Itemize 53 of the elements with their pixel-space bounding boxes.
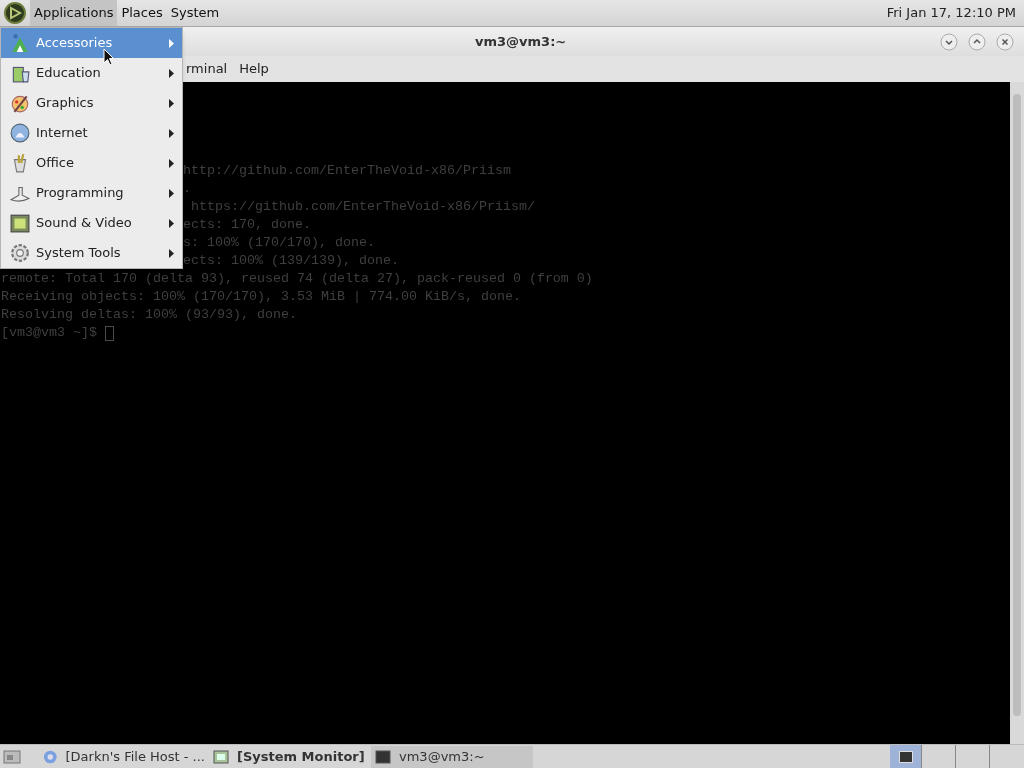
panel-menu[interactable]: System xyxy=(166,0,224,26)
menu-item[interactable]: Help xyxy=(239,59,269,79)
menu-item[interactable]: System Tools xyxy=(1,238,182,268)
terminal-line: https://github.com/EnterTheVoid-x86/Priism/ xyxy=(190,199,535,214)
submenu-arrow-icon xyxy=(169,188,174,198)
scrollbar[interactable] xyxy=(1010,82,1024,744)
text-cursor xyxy=(105,325,114,341)
browser-icon xyxy=(43,748,58,765)
submenu-arrow-icon xyxy=(169,218,174,228)
scrollbar-thumb[interactable] xyxy=(1013,94,1021,716)
taskbar-button[interactable]: vm3@vm3:~ xyxy=(371,745,533,768)
menu-item[interactable]: Sound & Video xyxy=(1,208,182,238)
clock[interactable]: Fri Jan 17, 12:10 PM xyxy=(886,3,1020,23)
submenu-arrow-icon xyxy=(169,158,174,168)
panel-menu[interactable]: Applications xyxy=(30,0,118,26)
taskbar-button[interactable]: [System Monitor] xyxy=(209,745,371,768)
submenu-arrow-icon xyxy=(169,38,174,48)
menu-item[interactable]: Graphics xyxy=(1,88,182,118)
close-icon[interactable] xyxy=(996,32,1014,51)
window-title: vm3@vm3:~ xyxy=(475,32,567,51)
panel-menu[interactable]: Places xyxy=(117,0,167,26)
submenu-arrow-icon xyxy=(169,98,174,108)
terminal-icon xyxy=(375,748,391,765)
menu-item[interactable]: rminal xyxy=(186,59,228,79)
terminal-line: Resolving deltas: 100% (93/93), done. xyxy=(1,306,297,324)
terminal-line: [vm3@vm3 ~]$ xyxy=(1,324,98,342)
terminal-line: ects: 170, done. xyxy=(183,217,311,232)
logo-icon[interactable] xyxy=(4,2,26,24)
terminal-line: Receiving objects: 100% (170/170), 3.53 MiB | 774.00 KiB/s, done. xyxy=(1,288,521,306)
maximize-icon[interactable] xyxy=(968,32,986,51)
submenu-arrow-icon xyxy=(169,68,174,78)
graphics-icon xyxy=(9,93,31,113)
monitor-icon xyxy=(213,748,229,765)
terminal-icon xyxy=(898,750,913,763)
menu-item[interactable]: Office xyxy=(1,148,182,178)
minimize-icon[interactable] xyxy=(940,32,958,51)
gear-icon xyxy=(9,243,31,263)
terminal-line: http://github.com/EnterTheVoid-x86/Priism xyxy=(183,163,511,178)
desktop-icon[interactable] xyxy=(3,748,21,765)
submenu-arrow-icon xyxy=(169,128,174,138)
film-icon xyxy=(9,213,31,233)
terminal-line: . xyxy=(183,181,191,196)
menu-item[interactable]: Internet xyxy=(1,118,182,148)
menu-item[interactable]: Programming xyxy=(1,178,182,208)
workspace[interactable] xyxy=(890,745,922,768)
submenu-arrow-icon xyxy=(169,248,174,258)
globe-icon xyxy=(9,123,31,143)
terminal-line: ects: 100% (139/139), done. xyxy=(183,253,399,268)
terminal-line: s: 100% (170/170), done. xyxy=(183,235,375,250)
taskbar-button[interactable]: [Darkn's File Host - ... xyxy=(39,745,209,768)
mouse-cursor-icon xyxy=(103,48,114,66)
terminal-line: remote: Total 170 (delta 93), reused 74 (delta 27), pack-reused 0 (from 0) xyxy=(1,270,593,288)
menu-item[interactable]: Education xyxy=(1,58,182,88)
